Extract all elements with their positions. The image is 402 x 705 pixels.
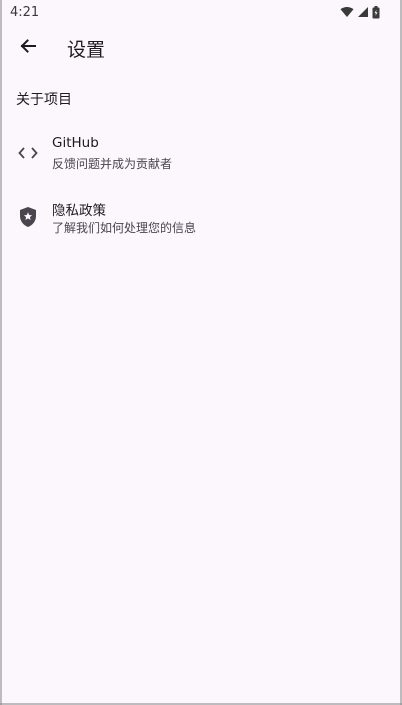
privacy-title: 隐私政策 xyxy=(52,203,106,219)
app-bar: 设置 xyxy=(0,24,402,70)
section-header: 关于项目 xyxy=(16,92,72,108)
back-button[interactable] xyxy=(12,30,44,62)
battery-icon xyxy=(372,5,380,18)
signal-icon xyxy=(358,7,368,17)
list-item-privacy-policy[interactable]: 隐私政策 了解我们如何处理您的信息 xyxy=(2,190,400,246)
status-time: 4:21 xyxy=(10,4,40,20)
arrow-back-icon xyxy=(20,39,36,53)
wifi-icon xyxy=(340,6,354,17)
status-icons xyxy=(340,5,380,19)
list-item-github[interactable]: GitHub 反馈问题并成为贡献者 xyxy=(2,126,400,182)
frame-left-edge xyxy=(0,0,2,705)
github-subtitle: 反馈问题并成为贡献者 xyxy=(52,157,173,171)
code-icon xyxy=(16,141,40,165)
status-bar: 4:21 xyxy=(0,0,402,24)
shield-star-icon xyxy=(16,205,40,229)
page-title: 设置 xyxy=(67,39,106,61)
privacy-subtitle: 了解我们如何处理您的信息 xyxy=(52,221,197,235)
github-title: GitHub xyxy=(52,135,99,151)
